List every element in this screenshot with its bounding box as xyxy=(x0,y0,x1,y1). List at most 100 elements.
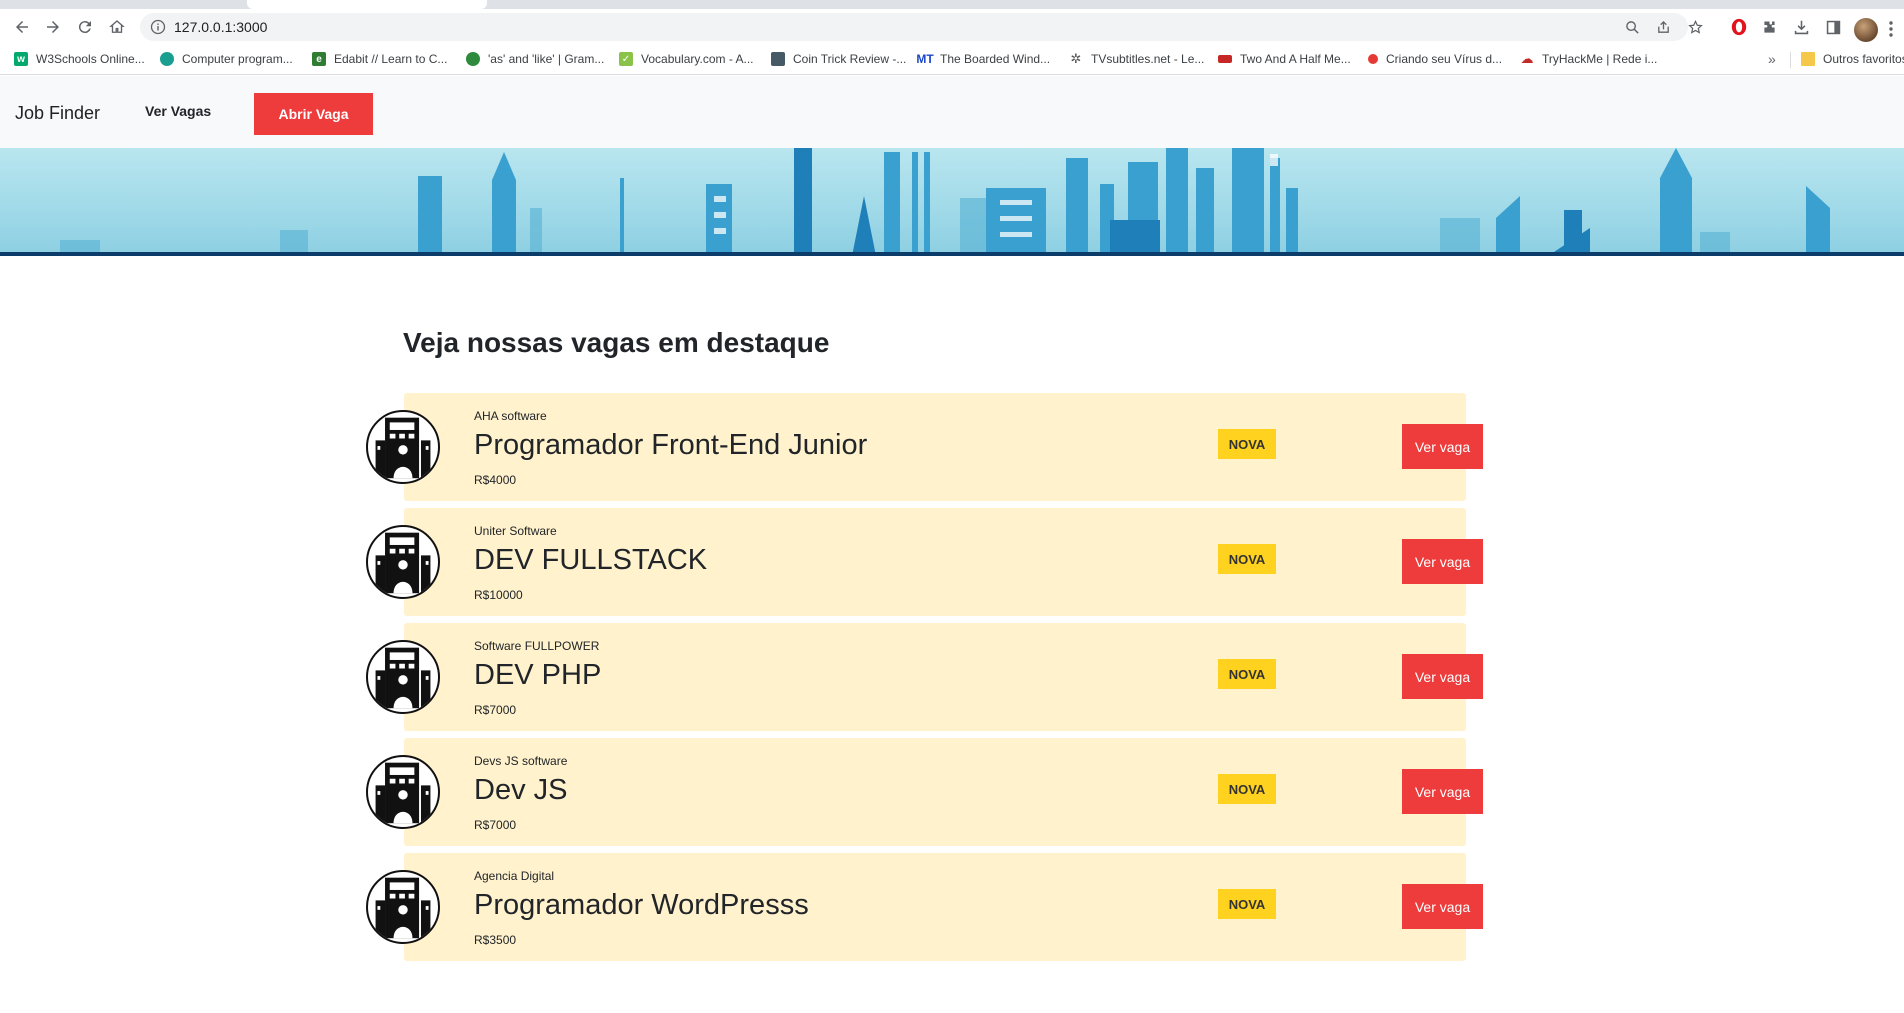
job-salary: R$3500 xyxy=(474,933,517,947)
bookmark-computer-program[interactable]: Computer program... xyxy=(160,52,293,66)
home-button[interactable] xyxy=(105,15,129,39)
virus-icon xyxy=(1368,54,1378,64)
nova-badge: NOVA xyxy=(1218,544,1276,574)
job-salary: R$7000 xyxy=(474,703,517,717)
download-icon xyxy=(1794,20,1808,34)
hero-divider xyxy=(0,252,1904,256)
hero-banner xyxy=(0,148,1904,256)
ver-vaga-button[interactable]: Ver vaga xyxy=(1402,769,1483,814)
bookmark-label: TVsubtitles.net - Le... xyxy=(1091,52,1205,66)
job-card: AHA software Programador Front-End Junio… xyxy=(366,393,1502,501)
ver-vaga-button[interactable]: Ver vaga xyxy=(1402,654,1483,699)
bookmark-w3schools[interactable]: w W3Schools Online... xyxy=(14,52,145,66)
side-panel-button[interactable] xyxy=(1823,17,1843,37)
bookmark-criando-virus[interactable]: Criando seu Vírus d... xyxy=(1368,52,1502,66)
star-icon xyxy=(1687,19,1703,34)
job-title: Dev JS xyxy=(474,774,568,806)
site-navbar: Job Finder Ver Vagas Abrir Vaga xyxy=(0,76,1904,148)
ver-vagas-link[interactable]: Ver Vagas xyxy=(145,103,211,119)
bookmark-tryhackme[interactable]: ☁ TryHackMe | Rede i... xyxy=(1520,51,1658,66)
home-icon xyxy=(109,20,125,33)
nova-badge: NOVA xyxy=(1218,659,1276,689)
building-businessman-icon xyxy=(375,532,431,594)
bookmarks-divider xyxy=(1790,52,1791,68)
coin-icon xyxy=(771,52,785,66)
job-company: Devs JS software xyxy=(474,754,568,768)
info-icon[interactable] xyxy=(150,19,166,35)
puzzle-icon xyxy=(1763,21,1775,33)
bookmarks-overflow-button[interactable]: » xyxy=(1768,51,1776,67)
job-salary: R$7000 xyxy=(474,818,517,832)
ver-vaga-button[interactable]: Ver vaga xyxy=(1402,884,1483,929)
zoom-button[interactable] xyxy=(1622,19,1642,35)
company-logo xyxy=(366,410,440,484)
ver-vaga-button[interactable]: Ver vaga xyxy=(1402,424,1483,469)
reload-icon xyxy=(78,21,91,34)
job-title: DEV PHP xyxy=(474,659,602,691)
reload-button[interactable] xyxy=(73,15,97,39)
job-title: Programador WordPresss xyxy=(474,889,809,921)
address-bar[interactable]: 127.0.0.1:3000 xyxy=(140,13,1703,41)
hexagon-icon xyxy=(160,52,174,66)
back-button[interactable] xyxy=(10,15,34,39)
company-logo xyxy=(366,640,440,714)
tab-strip xyxy=(0,0,1904,9)
side-panel-icon xyxy=(1826,20,1840,34)
brand-link[interactable]: Job Finder xyxy=(15,103,100,124)
bookmark-label: 'as' and 'like' | Gram... xyxy=(488,52,605,66)
job-salary: R$10000 xyxy=(474,588,523,602)
check-icon: ✓ xyxy=(619,52,633,66)
job-salary: R$4000 xyxy=(474,473,517,487)
url-text[interactable]: 127.0.0.1:3000 xyxy=(174,19,267,35)
bookmark-label: W3Schools Online... xyxy=(36,52,145,66)
building-businessman-icon xyxy=(375,762,431,824)
bookmarks-bar: w W3Schools Online... Computer program..… xyxy=(0,45,1904,75)
building-businessman-icon xyxy=(375,647,431,709)
bookmark-vocabulary[interactable]: ✓ Vocabulary.com - A... xyxy=(619,52,754,66)
profile-avatar[interactable] xyxy=(1854,18,1878,42)
share-icon xyxy=(1657,20,1669,33)
bookmark-label: Computer program... xyxy=(182,52,293,66)
clover-icon xyxy=(466,52,480,66)
bookmark-boarded-window[interactable]: MT The Boarded Wind... xyxy=(916,52,1051,66)
w3schools-icon: w xyxy=(14,52,28,66)
job-card: Devs JS software Dev JS R$7000 NOVA Ver … xyxy=(366,738,1502,846)
building-businessman-icon xyxy=(375,417,431,479)
building-businessman-icon xyxy=(375,877,431,939)
job-title: Programador Front-End Junior xyxy=(474,429,868,461)
gear-icon: ✲ xyxy=(1070,51,1082,66)
bookmark-edabit[interactable]: e Edabit // Learn to C... xyxy=(312,52,447,66)
mt-icon: MT xyxy=(916,52,934,66)
other-bookmarks-folder[interactable]: Outros favoritos xyxy=(1801,52,1904,66)
extensions-button[interactable] xyxy=(1759,17,1779,37)
arrow-right-icon xyxy=(47,21,59,33)
tv-icon xyxy=(1218,55,1232,63)
nova-badge: NOVA xyxy=(1218,774,1276,804)
share-button[interactable] xyxy=(1653,19,1673,35)
other-bookmarks-label: Outros favoritos xyxy=(1823,52,1904,66)
edabit-icon: e xyxy=(312,52,326,66)
bookmark-two-and-a-half[interactable]: Two And A Half Me... xyxy=(1218,52,1351,66)
bookmark-tvsubtitles[interactable]: ✲ TVsubtitles.net - Le... xyxy=(1069,51,1205,66)
bookmark-label: Coin Trick Review -... xyxy=(793,52,907,66)
job-card: Uniter Software DEV FULLSTACK R$10000 NO… xyxy=(366,508,1502,616)
downloads-button[interactable] xyxy=(1791,17,1811,37)
forward-button[interactable] xyxy=(41,15,65,39)
job-company: Agencia Digital xyxy=(474,869,555,883)
job-company: Uniter Software xyxy=(474,524,557,538)
abrir-vaga-button[interactable]: Abrir Vaga xyxy=(254,93,373,135)
more-vert-icon[interactable] xyxy=(1888,19,1894,39)
bookmark-grammar[interactable]: 'as' and 'like' | Gram... xyxy=(466,52,604,66)
nova-badge: NOVA xyxy=(1218,429,1276,459)
bookmark-label: The Boarded Wind... xyxy=(940,52,1051,66)
ver-vaga-button[interactable]: Ver vaga xyxy=(1402,539,1483,584)
bookmark-star-button[interactable] xyxy=(1685,19,1705,35)
search-icon xyxy=(1625,20,1639,34)
active-tab[interactable] xyxy=(247,0,487,9)
bookmark-label: TryHackMe | Rede i... xyxy=(1542,52,1658,66)
job-company: AHA software xyxy=(474,409,547,423)
bookmark-label: Two And A Half Me... xyxy=(1240,52,1351,66)
opera-extension-button[interactable] xyxy=(1729,17,1749,37)
arrow-left-icon xyxy=(16,21,28,33)
bookmark-coin-trick[interactable]: Coin Trick Review -... xyxy=(771,52,906,66)
